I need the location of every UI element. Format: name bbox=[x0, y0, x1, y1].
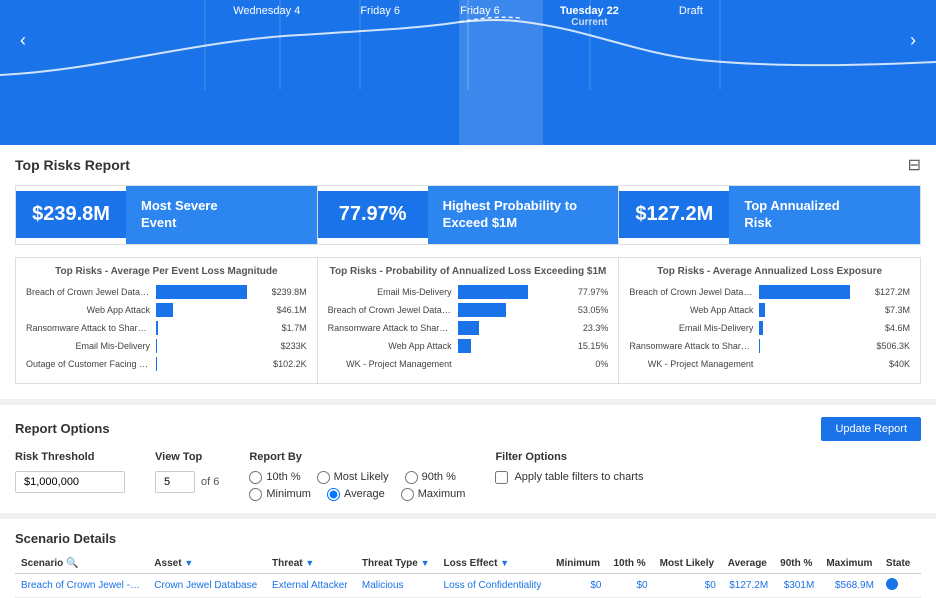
bar-row: Web App Attack $7.3M bbox=[629, 303, 910, 317]
radio-90th[interactable]: 90th % bbox=[405, 471, 456, 484]
bar-row: Email Mis-Delivery 77.97% bbox=[328, 285, 609, 299]
col-header-mostlikely: Most Likely bbox=[654, 554, 722, 574]
filter-checkbox-label[interactable]: Apply table filters to charts bbox=[495, 471, 643, 484]
top-risks-section: Top Risks Report ⊟ $239.8M Most SevereEv… bbox=[0, 145, 936, 399]
report-by-group: Report By 10th % Most Likely 90th % M bbox=[249, 451, 465, 501]
filter-options-group: Filter Options Apply table filters to ch… bbox=[495, 451, 643, 484]
asset-filter-icon[interactable]: ▼ bbox=[184, 558, 193, 568]
scenario-search-icon[interactable]: 🔍 bbox=[66, 558, 78, 569]
col-header-scenario: Scenario 🔍 bbox=[15, 554, 148, 574]
bar-row: Email Mis-Delivery $233K bbox=[26, 339, 307, 353]
scenario-table: Scenario 🔍 Asset ▼ Threat ▼ Threat Type … bbox=[15, 554, 921, 598]
radio-average[interactable]: Average bbox=[327, 488, 385, 501]
kpi-value-0: $239.8M bbox=[16, 191, 126, 238]
kpi-card-2: $127.2M Top AnnualizedRisk bbox=[619, 185, 921, 245]
kpi-value-1: 77.97% bbox=[318, 191, 428, 238]
cell-asset: Crown Jewel Database bbox=[148, 573, 266, 597]
cell-scenario[interactable]: Breach of Crown Jewel - External bbox=[15, 573, 148, 597]
losseffect-filter-icon[interactable]: ▼ bbox=[500, 558, 509, 568]
col-header-asset: Asset ▼ bbox=[148, 554, 266, 574]
report-icon[interactable]: ⊟ bbox=[908, 155, 921, 175]
bar-row: Email Mis-Delivery $4.6M bbox=[629, 321, 910, 335]
cell-threattype: Malicious bbox=[356, 573, 438, 597]
scenario-table-header-row: Scenario 🔍 Asset ▼ Threat ▼ Threat Type … bbox=[15, 554, 921, 574]
cell-mostlikely: $0 bbox=[654, 573, 722, 597]
timeline-section: ‹ › Wednesday 4 Friday 6 Friday 6 Tuesda… bbox=[0, 0, 936, 145]
col-header-threat: Threat ▼ bbox=[266, 554, 356, 574]
col-header-losseffect: Loss Effect ▼ bbox=[438, 554, 551, 574]
radio-maximum[interactable]: Maximum bbox=[401, 488, 466, 501]
report-by-radio-group: 10th % Most Likely 90th % Minimum Averag… bbox=[249, 471, 465, 501]
kpi-label-2: Top AnnualizedRisk bbox=[729, 186, 920, 244]
bar-row: Breach of Crown Jewel Database - Exte...… bbox=[26, 285, 307, 299]
report-options-header: Report Options Update Report bbox=[15, 417, 921, 441]
top-risks-header: Top Risks Report ⊟ bbox=[15, 155, 921, 175]
col-header-average: Average bbox=[722, 554, 774, 574]
bar-row: Outage of Customer Facing Website $102.2… bbox=[26, 357, 307, 371]
kpi-label-1: Highest Probability toExceed $1M bbox=[428, 186, 619, 244]
radio-minimum[interactable]: Minimum bbox=[249, 488, 311, 501]
kpi-card-1: 77.97% Highest Probability toExceed $1M bbox=[318, 185, 620, 245]
risk-threshold-group: Risk Threshold bbox=[15, 451, 125, 493]
update-report-button[interactable]: Update Report bbox=[821, 417, 921, 441]
kpi-value-2: $127.2M bbox=[619, 191, 729, 238]
filter-checkbox[interactable] bbox=[495, 471, 508, 484]
risk-threshold-input[interactable] bbox=[15, 471, 125, 493]
report-options-title: Report Options bbox=[15, 421, 110, 436]
top-risks-title: Top Risks Report bbox=[15, 157, 130, 173]
radio-most-likely[interactable]: Most Likely bbox=[317, 471, 389, 484]
col-header-ninetieth: 90th % bbox=[774, 554, 820, 574]
timeline-next-button[interactable]: › bbox=[910, 30, 916, 51]
bar-row: Ransomware Attack to Shared Drives $506.… bbox=[629, 339, 910, 353]
radio-10th[interactable]: 10th % bbox=[249, 471, 300, 484]
timeline-prev-button[interactable]: ‹ bbox=[20, 30, 26, 51]
chart-panel-1: Top Risks - Probability of Annualized Lo… bbox=[318, 257, 620, 384]
col-header-maximum: Maximum bbox=[820, 554, 880, 574]
bar-row: Web App Attack 15.15% bbox=[328, 339, 609, 353]
cell-average: $127.2M bbox=[722, 573, 774, 597]
bar-row: Breach of Crown Jewel Database - Exte...… bbox=[328, 303, 609, 317]
bar-row: WK - Project Management 0% bbox=[328, 357, 609, 371]
bar-row: Ransomware Attack to Shared Drives $1.7M bbox=[26, 321, 307, 335]
charts-row: Top Risks - Average Per Event Loss Magni… bbox=[15, 257, 921, 384]
scenario-title: Scenario Details bbox=[15, 531, 921, 546]
table-row: Breach of Crown Jewel - External Crown J… bbox=[15, 573, 921, 597]
scenario-section: Scenario Details Scenario 🔍 Asset ▼ Thre… bbox=[0, 519, 936, 598]
cell-tenth: $0 bbox=[607, 573, 653, 597]
threattype-filter-icon[interactable]: ▼ bbox=[421, 558, 430, 568]
kpi-row: $239.8M Most SevereEvent 77.97% Highest … bbox=[15, 185, 921, 245]
chart-panel-2: Top Risks - Average Annualized Loss Expo… bbox=[619, 257, 921, 384]
view-top-group: View Top of 6 bbox=[155, 451, 219, 493]
col-header-state: State bbox=[880, 554, 921, 574]
bar-row: WK - Project Management $40K bbox=[629, 357, 910, 371]
threat-filter-icon[interactable]: ▼ bbox=[305, 558, 314, 568]
cell-losseffect: Loss of Confidentiality bbox=[438, 573, 551, 597]
col-header-tenth: 10th % bbox=[607, 554, 653, 574]
report-options-section: Report Options Update Report Risk Thresh… bbox=[0, 405, 936, 513]
col-header-minimum: Minimum bbox=[550, 554, 607, 574]
cell-ninetieth: $301M bbox=[774, 573, 820, 597]
cell-threat: External Attacker bbox=[266, 573, 356, 597]
cell-minimum: $0 bbox=[550, 573, 607, 597]
col-header-threattype: Threat Type ▼ bbox=[356, 554, 438, 574]
cell-state bbox=[880, 573, 921, 597]
view-top-input[interactable] bbox=[155, 471, 195, 493]
kpi-card-0: $239.8M Most SevereEvent bbox=[15, 185, 318, 245]
options-row: Risk Threshold View Top of 6 Report By 1… bbox=[15, 451, 921, 501]
chart-panel-0: Top Risks - Average Per Event Loss Magni… bbox=[15, 257, 318, 384]
timeline-nav: ‹ › bbox=[0, 30, 936, 51]
bar-row: Breach of Crown Jewel Database - Exte...… bbox=[629, 285, 910, 299]
state-indicator bbox=[886, 578, 898, 590]
bar-row: Web App Attack $46.1M bbox=[26, 303, 307, 317]
bar-row: Ransomware Attack to Shared Drives 23.3% bbox=[328, 321, 609, 335]
kpi-label-0: Most SevereEvent bbox=[126, 186, 317, 244]
cell-maximum: $568.9M bbox=[820, 573, 880, 597]
